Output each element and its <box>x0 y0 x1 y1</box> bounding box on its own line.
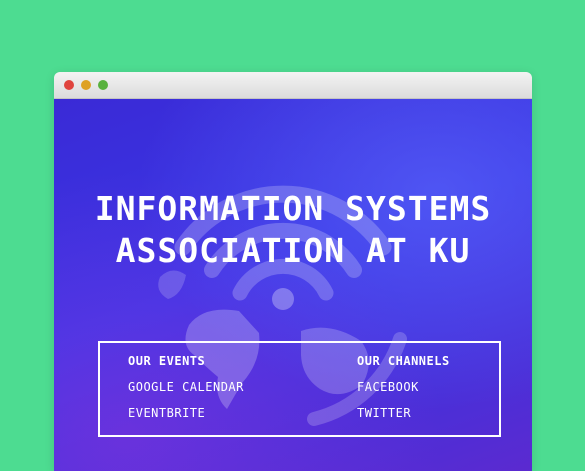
browser-window: INFORMATION SYSTEMS ASSOCIATION AT KU OU… <box>54 72 532 471</box>
maximize-window-button[interactable] <box>98 80 108 90</box>
page-title: INFORMATION SYSTEMS ASSOCIATION AT KU <box>54 188 532 272</box>
minimize-window-button[interactable] <box>81 80 91 90</box>
title-line-2: ASSOCIATION AT KU <box>115 231 471 270</box>
links-box: OUR EVENTS GOOGLE CALENDAR EVENTBRITE OU… <box>98 341 501 437</box>
events-heading: OUR EVENTS <box>128 354 206 368</box>
twitter-link[interactable]: TWITTER <box>357 405 450 421</box>
facebook-link[interactable]: FACEBOOK <box>357 379 450 395</box>
window-titlebar <box>54 72 532 99</box>
google-calendar-link[interactable]: GOOGLE CALENDAR <box>128 379 244 395</box>
events-column: OUR EVENTS GOOGLE CALENDAR EVENTBRITE <box>128 353 244 421</box>
channels-heading: OUR CHANNELS <box>357 354 450 368</box>
eventbrite-link[interactable]: EVENTBRITE <box>128 405 244 421</box>
hero-section: INFORMATION SYSTEMS ASSOCIATION AT KU OU… <box>54 99 532 471</box>
channels-column: OUR CHANNELS FACEBOOK TWITTER <box>357 353 450 421</box>
title-line-1: INFORMATION SYSTEMS <box>94 189 492 228</box>
close-window-button[interactable] <box>64 80 74 90</box>
